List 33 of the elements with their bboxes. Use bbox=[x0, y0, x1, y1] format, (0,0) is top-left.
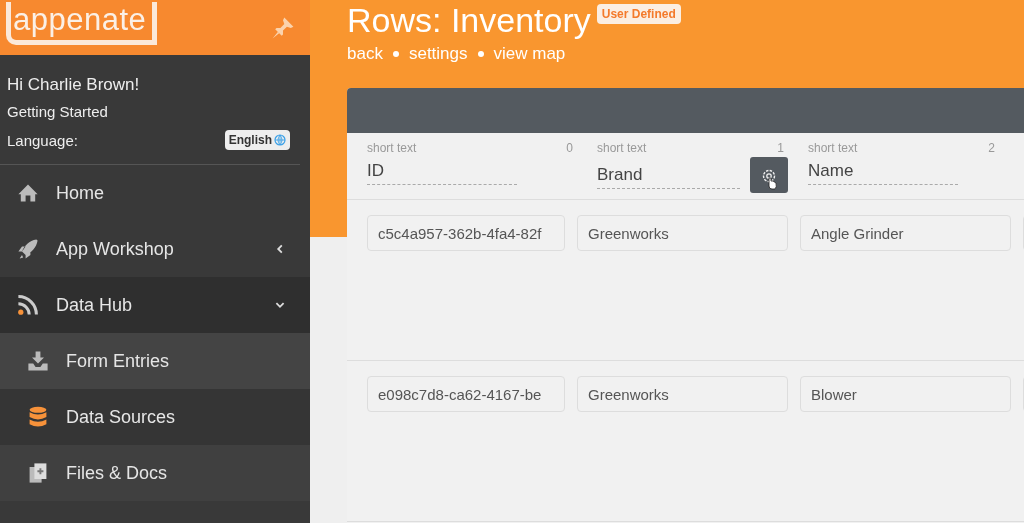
greeting-text: Hi Charlie Brown! bbox=[7, 75, 141, 95]
column-name-field[interactable]: Brand bbox=[597, 161, 740, 189]
globe-icon bbox=[274, 134, 286, 146]
rss-icon bbox=[16, 293, 40, 317]
column-type-label: short text bbox=[367, 141, 417, 155]
page-title: Rows: Inventory bbox=[347, 0, 591, 40]
column-type-label: short text bbox=[597, 141, 647, 155]
cell-input[interactable]: Angle Grinder bbox=[800, 215, 1011, 251]
download-icon bbox=[26, 349, 50, 373]
cell-input[interactable]: Blower bbox=[800, 376, 1011, 412]
submenu-item[interactable]: Data Sources bbox=[0, 389, 310, 445]
column-index: 0 bbox=[566, 141, 573, 155]
bullet-icon bbox=[392, 51, 399, 57]
getting-started-link[interactable]: Getting Started bbox=[7, 103, 290, 120]
menu-item[interactable]: App Workshop bbox=[0, 221, 310, 277]
bullet-icon bbox=[477, 51, 484, 57]
column-name-field[interactable]: Name bbox=[808, 157, 958, 185]
column-name-field[interactable]: ID bbox=[367, 157, 517, 185]
cell-input[interactable]: Greenworks bbox=[577, 376, 788, 412]
language-label: Language: bbox=[7, 131, 78, 149]
user-defined-badge: User Defined bbox=[596, 4, 681, 24]
settings-button[interactable] bbox=[750, 157, 788, 193]
language-button[interactable]: English bbox=[224, 130, 290, 150]
column-index: 2 bbox=[988, 141, 995, 155]
cell-input[interactable]: e098c7d8-ca62-4167-be bbox=[367, 376, 565, 412]
cell-input[interactable]: Greenworks bbox=[577, 215, 788, 251]
cell-input[interactable]: c5c4a957-362b-4fa4-82f bbox=[367, 215, 565, 251]
rocket-icon bbox=[16, 237, 40, 261]
submenu-item[interactable]: Files & Docs bbox=[0, 445, 310, 501]
column-type-label: short text bbox=[808, 141, 858, 155]
menu-item[interactable]: Home bbox=[0, 165, 310, 221]
column-index: 1 bbox=[777, 141, 784, 155]
submenu-item[interactable]: Form Entries bbox=[0, 333, 310, 389]
